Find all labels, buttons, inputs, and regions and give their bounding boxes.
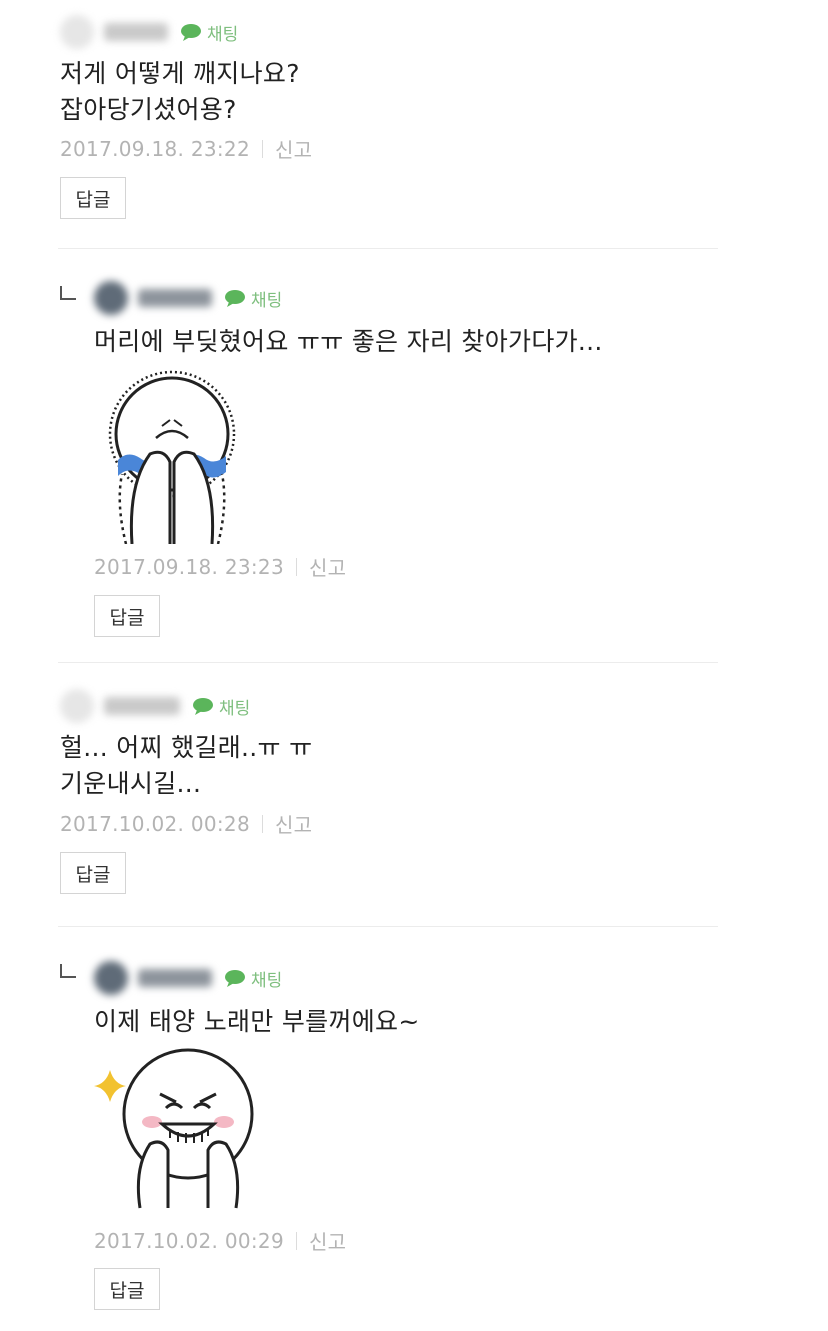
- chat-label: 채팅: [219, 698, 251, 719]
- comment-2-header: 채팅: [94, 278, 282, 318]
- comment-text: 저게 어떻게 깨지나요? 잡아당기셨어용?: [60, 56, 300, 128]
- chat-link[interactable]: 채팅: [192, 694, 250, 719]
- comment-4-header: 채팅: [94, 958, 282, 998]
- report-link[interactable]: 신고: [275, 809, 312, 838]
- reply-button[interactable]: 답글: [60, 177, 126, 219]
- speech-bubble-icon: [225, 970, 245, 987]
- chat-link[interactable]: 채팅: [224, 966, 282, 991]
- comment-line: 기운내시길...: [60, 769, 202, 798]
- timestamp: 2017.10.02. 00:29: [94, 1228, 284, 1253]
- avatar[interactable]: [60, 689, 94, 723]
- reply-arrow-icon: [60, 964, 76, 978]
- divider: [295, 1231, 297, 1250]
- comment-divider: [58, 662, 718, 663]
- reply-button[interactable]: 답글: [60, 852, 126, 894]
- chat-label: 채팅: [207, 24, 239, 45]
- comment-line: 헐... 어찌 했길래..ㅠ ㅠ: [60, 733, 313, 762]
- chat-link[interactable]: 채팅: [180, 20, 238, 45]
- nickname[interactable]: [138, 969, 212, 987]
- comment-text: 헐... 어찌 했길래..ㅠ ㅠ 기운내시길...: [60, 730, 312, 802]
- timestamp: 2017.10.02. 00:28: [60, 811, 250, 836]
- avatar[interactable]: [60, 15, 94, 49]
- chat-link[interactable]: 채팅: [224, 286, 282, 311]
- comment-line: 머리에 부딪혔어요 ㅠㅠ 좋은 자리 찾아가다가...: [94, 327, 603, 356]
- reply-button[interactable]: 답글: [94, 595, 160, 637]
- comment-divider: [58, 926, 718, 927]
- comment-footer: 2017.10.02. 00:28 신고: [60, 809, 312, 838]
- comment-text: 머리에 부딪혔어요 ㅠㅠ 좋은 자리 찾아가다가...: [94, 324, 603, 360]
- report-link[interactable]: 신고: [275, 134, 312, 163]
- comment-footer: 2017.10.02. 00:29 신고: [94, 1226, 346, 1255]
- chat-label: 채팅: [251, 970, 283, 991]
- comment-divider: [58, 248, 718, 249]
- sparkle-icon: [94, 1070, 126, 1102]
- comment-footer: 2017.09.18. 23:22 신고: [60, 134, 312, 163]
- report-link[interactable]: 신고: [309, 1226, 346, 1255]
- comment-1-header: 채팅: [60, 12, 238, 52]
- reply-button[interactable]: 답글: [94, 1268, 160, 1310]
- speech-bubble-icon: [193, 698, 213, 715]
- divider: [295, 557, 297, 576]
- divider: [261, 139, 263, 158]
- grinning-face-sticker: [94, 1048, 254, 1209]
- timestamp: 2017.09.18. 23:23: [94, 554, 284, 579]
- divider: [261, 814, 263, 833]
- chat-label: 채팅: [251, 290, 283, 311]
- report-link[interactable]: 신고: [309, 552, 346, 581]
- comment-line: 저게 어떻게 깨지나요?: [60, 59, 300, 88]
- speech-bubble-icon: [225, 290, 245, 307]
- avatar[interactable]: [94, 281, 128, 315]
- nickname[interactable]: [104, 697, 180, 715]
- speech-bubble-icon: [181, 24, 201, 41]
- comment-line: 잡아당기셨어용?: [60, 95, 237, 124]
- comment-line: 이제 태양 노래만 부를꺼에요~: [94, 1007, 420, 1036]
- crying-face-sticker: [108, 370, 236, 544]
- nickname[interactable]: [104, 23, 168, 41]
- comment-text: 이제 태양 노래만 부를꺼에요~: [94, 1004, 420, 1040]
- nickname[interactable]: [138, 289, 212, 307]
- comment-3-header: 채팅: [60, 686, 250, 726]
- avatar[interactable]: [94, 961, 128, 995]
- reply-arrow-icon: [60, 286, 76, 300]
- timestamp: 2017.09.18. 23:22: [60, 136, 250, 161]
- comment-footer: 2017.09.18. 23:23 신고: [94, 552, 346, 581]
